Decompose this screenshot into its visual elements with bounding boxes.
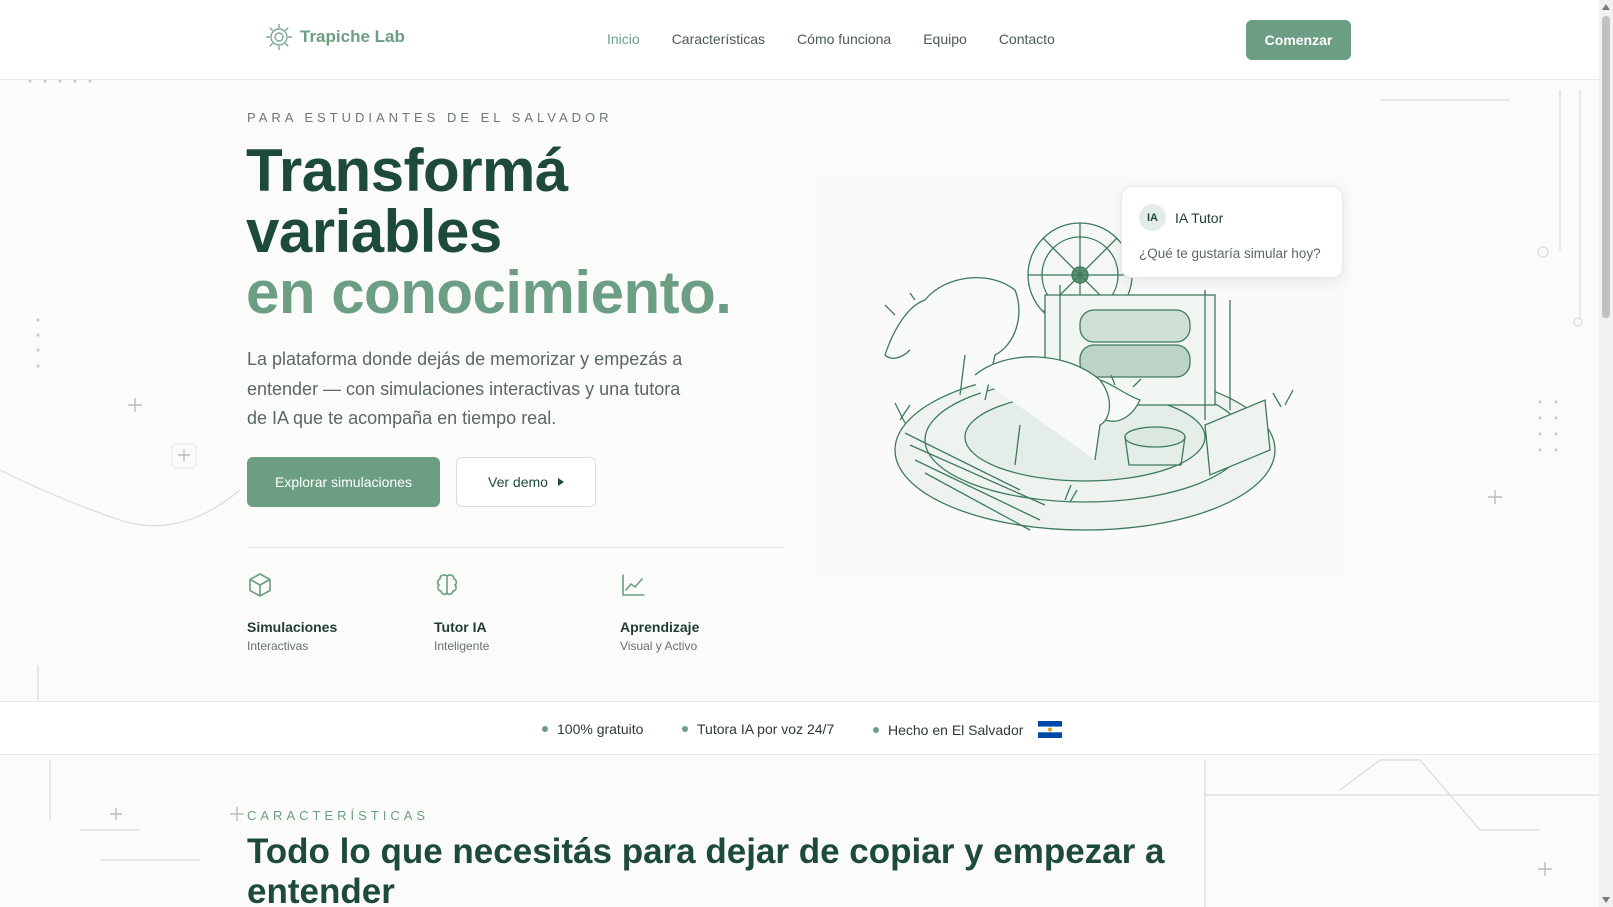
chat-message: ¿Qué te gustaría simular hoy? xyxy=(1139,246,1321,261)
dot-icon xyxy=(542,726,548,732)
hero-title-line2: variables xyxy=(246,198,502,265)
badge-strip: 100% gratuito Tutora IA por voz 24/7 Hec… xyxy=(0,701,1599,755)
hero-title-line1: Transformá xyxy=(246,137,568,204)
chat-name: IA Tutor xyxy=(1175,210,1224,226)
feature-title: Tutor IA xyxy=(434,619,487,635)
feature-subtitle: Inteligente xyxy=(434,639,490,653)
brain-icon xyxy=(436,574,458,596)
badge-tutor: Tutora IA por voz 24/7 xyxy=(682,721,834,737)
section-title: Todo lo que necesitás para dejar de copi… xyxy=(247,832,1165,907)
nav-caracteristicas[interactable]: Características xyxy=(672,31,765,47)
scroll-up-arrow-icon[interactable] xyxy=(1602,4,1610,10)
feature-subtitle: Interactivas xyxy=(247,639,309,653)
logo-text: Trapiche Lab xyxy=(300,27,405,46)
feature-title: Simulaciones xyxy=(247,619,338,635)
explore-simulations-button[interactable]: Explorar simulaciones xyxy=(247,457,440,507)
nav-inicio[interactable]: Inicio xyxy=(607,31,640,47)
badge-label: Tutora IA por voz 24/7 xyxy=(697,721,835,737)
scrollbar[interactable] xyxy=(1599,0,1613,907)
badge-label: 100% gratuito xyxy=(557,721,644,737)
badge-free: 100% gratuito xyxy=(542,721,643,737)
start-button[interactable]: Comenzar xyxy=(1246,20,1351,60)
ai-tutor-chat-card[interactable]: IA IA Tutor ¿Qué te gustaría simular hoy… xyxy=(1121,186,1343,278)
feature-tutor-ia: Tutor IA Inteligente xyxy=(434,572,489,653)
play-icon xyxy=(557,478,564,486)
badge-el-salvador: Hecho en El Salvador xyxy=(873,721,1063,738)
hero-lead: La plataforma donde dejás de memorizar y… xyxy=(247,349,683,428)
hero-title-line3: en conocimiento. xyxy=(246,259,732,326)
chart-line-icon xyxy=(622,574,645,596)
hero-divider xyxy=(247,547,783,548)
feature-title: Aprendizaje xyxy=(620,619,700,635)
feature-subtitle: Visual y Activo xyxy=(620,639,698,653)
view-demo-label: Ver demo xyxy=(488,474,548,490)
badge-label: Hecho en El Salvador xyxy=(888,721,1024,738)
nav-como-funciona[interactable]: Cómo funciona xyxy=(797,31,891,47)
hero-title: Transformá variables en conocimiento. xyxy=(246,137,732,326)
logo[interactable]: Trapiche Lab xyxy=(264,22,405,52)
background-decoration xyxy=(0,79,1600,907)
ai-avatar: IA xyxy=(1139,204,1166,231)
dot-icon xyxy=(873,726,879,733)
dot-icon xyxy=(682,726,688,732)
nav-contacto[interactable]: Contacto xyxy=(999,31,1055,47)
hero-eyebrow: PARA ESTUDIANTES DE EL SALVADOR xyxy=(247,110,613,125)
feature-aprendizaje: Aprendizaje Visual y Activo xyxy=(620,572,699,653)
feature-simulaciones: Simulaciones Interactivas xyxy=(247,572,337,653)
view-demo-button[interactable]: Ver demo xyxy=(456,457,596,507)
scroll-down-arrow-icon[interactable] xyxy=(1602,897,1610,903)
nav-equipo[interactable]: Equipo xyxy=(923,31,967,47)
site-header: Trapiche Lab Inicio Características Cómo… xyxy=(0,0,1599,80)
gear-logo-icon xyxy=(266,24,292,50)
scroll-thumb[interactable] xyxy=(1602,16,1610,318)
section-eyebrow: CARACTERÍSTICAS xyxy=(247,808,430,823)
cube-icon xyxy=(249,573,271,597)
el-salvador-flag-icon xyxy=(1038,721,1063,738)
main-nav: Inicio Características Cómo funciona Equ… xyxy=(607,31,1055,47)
